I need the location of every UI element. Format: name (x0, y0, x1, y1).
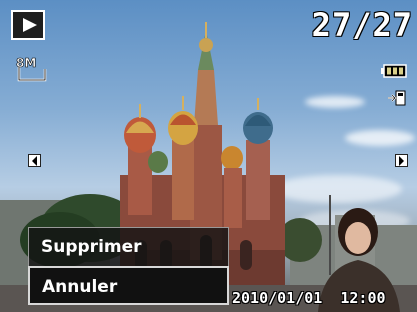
play-mode-icon (11, 10, 45, 40)
camera-playback-screen: 27/27 8M Supprimer Annuler 2010/01/01 12… (0, 0, 417, 312)
timestamp: 2010/01/01 12:00 (232, 289, 386, 307)
battery-full-icon (381, 63, 407, 82)
resolution-icon: 8M (15, 55, 51, 87)
file-counter: 27/27 (311, 6, 413, 44)
resolution-label: 8M (16, 56, 36, 70)
delete-menu: Supprimer Annuler (28, 227, 229, 305)
chevron-left-icon[interactable] (28, 154, 41, 167)
menu-item-delete[interactable]: Supprimer (28, 227, 229, 266)
file-protect-icon (387, 89, 407, 111)
chevron-right-icon[interactable] (395, 154, 408, 167)
menu-item-cancel[interactable]: Annuler (28, 266, 229, 305)
